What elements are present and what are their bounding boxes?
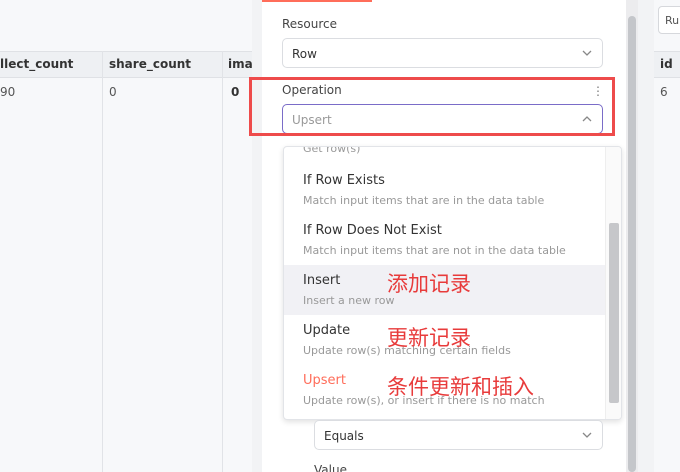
table-cell: 0 — [109, 85, 117, 99]
annotation-insert: 添加记录 — [387, 272, 471, 296]
table-cell: 90 — [0, 85, 16, 99]
dropdown-item-title: Update — [303, 323, 351, 338]
chevron-down-icon — [582, 432, 592, 438]
table-gap — [638, 0, 654, 472]
annotation-update: 更新记录 — [387, 326, 471, 350]
dropdown-item-if-row-does-not-exist[interactable]: If Row Does Not Exist Match input items … — [284, 215, 607, 265]
column-header-id[interactable]: id — [660, 57, 673, 71]
dropdown-item-title: Insert — [303, 273, 341, 288]
value-label: Value — [314, 463, 347, 472]
column-header-share-count[interactable]: share_count — [109, 57, 191, 71]
resource-select[interactable]: Row — [282, 38, 603, 68]
column-header-collect-count[interactable]: llect_count — [0, 57, 73, 71]
condition-select[interactable]: Equals — [314, 420, 603, 450]
condition-value: Equals — [324, 429, 364, 443]
column-divider — [102, 51, 103, 472]
dropdown-item-description: Insert a new row — [303, 294, 395, 307]
run-button[interactable]: Ru — [658, 6, 680, 34]
right-table-background — [638, 0, 680, 472]
annotation-upsert: 条件更新和插入 — [387, 375, 534, 399]
column-header-ima[interactable]: ima — [228, 57, 253, 71]
dropdown-item-if-row-exists[interactable]: If Row Exists Match input items that are… — [284, 165, 607, 215]
active-tab-indicator — [262, 0, 372, 2]
column-divider — [222, 51, 223, 472]
table-cell: 6 — [660, 85, 668, 99]
dropdown-item-get-rows[interactable]: Get row(s) — [303, 147, 360, 155]
chevron-down-icon — [582, 50, 592, 56]
dropdown-item-description: Match input items that are in the data t… — [303, 194, 545, 207]
table-cell: 0 — [231, 85, 240, 99]
resource-label: Resource — [282, 17, 338, 31]
dropdown-item-title: If Row Does Not Exist — [303, 223, 442, 238]
dropdown-item-title: Upsert — [303, 373, 346, 388]
dropdown-scrollbar-thumb[interactable] — [609, 223, 619, 403]
resource-value: Row — [292, 47, 317, 61]
annotation-highlight-box — [249, 77, 615, 136]
panel-scrollbar-thumb[interactable] — [628, 16, 636, 472]
dropdown-item-description: Match input items that are not in the da… — [303, 244, 566, 257]
dropdown-item-title: If Row Exists — [303, 173, 385, 188]
